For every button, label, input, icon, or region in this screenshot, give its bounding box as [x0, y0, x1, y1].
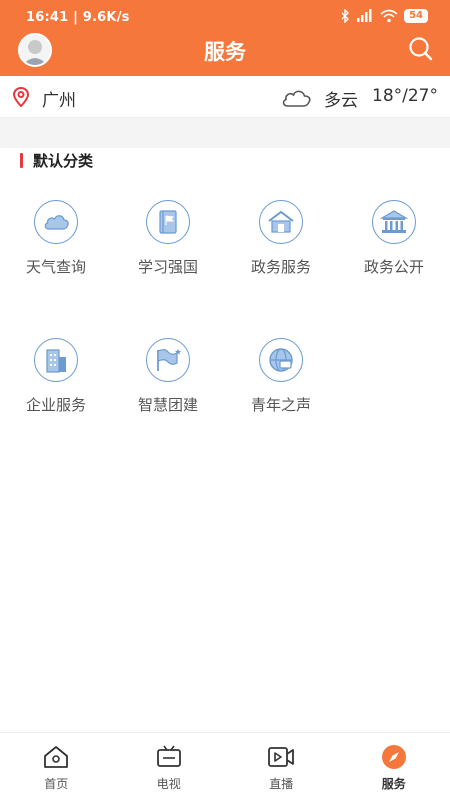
tab-tv[interactable]: 电视	[113, 733, 226, 800]
city-label: 广州	[42, 91, 76, 111]
tab-service[interactable]: 服务	[338, 733, 450, 800]
signal-icon	[357, 9, 372, 22]
globe-icon	[269, 348, 293, 372]
app-header: 16:41 | 9.6K/s 54 服务	[0, 0, 450, 76]
government-building-icon	[380, 210, 408, 233]
status-bar: 16:41 | 9.6K/s 54	[0, 0, 450, 36]
tab-label: 电视	[156, 777, 181, 791]
tv-icon	[156, 745, 181, 767]
compass-icon	[381, 745, 406, 769]
house-icon	[268, 210, 294, 233]
tab-home[interactable]: 首页	[0, 733, 113, 800]
bottom-tab-bar: 首页 电视 直播 服务	[0, 732, 450, 800]
service-label: 政务服务	[250, 258, 311, 276]
wifi-icon	[380, 9, 398, 23]
service-label: 企业服务	[25, 396, 86, 414]
section-title: 默认分类	[33, 151, 94, 170]
service-gov-public[interactable]: 政务公开	[338, 200, 450, 290]
search-button[interactable]	[408, 36, 434, 62]
book-flag-icon	[159, 210, 177, 234]
cloudy-weather-icon	[282, 90, 311, 107]
weather-bar[interactable]: 广州 多云 18°/27°	[0, 76, 450, 118]
battery-indicator: 54	[404, 9, 428, 23]
section-divider	[0, 118, 450, 148]
search-icon	[409, 37, 433, 61]
service-enterprise[interactable]: 企业服务	[0, 338, 112, 428]
service-weather[interactable]: 天气查询	[0, 200, 112, 290]
tab-live[interactable]: 直播	[225, 733, 338, 800]
live-video-icon	[268, 747, 295, 767]
weather-temperature: 18°/27°	[372, 86, 438, 106]
page-title: 服务	[204, 40, 246, 64]
service-xuexi[interactable]: 学习强国	[112, 200, 224, 290]
cloud-icon	[44, 215, 69, 230]
status-icons: 54	[340, 9, 428, 23]
office-building-icon	[46, 349, 66, 373]
tab-label: 首页	[44, 777, 69, 791]
flag-icon	[157, 349, 181, 371]
section-header: 默认分类	[20, 150, 93, 170]
tab-label: 服务	[381, 777, 406, 791]
section-accent-bar	[20, 152, 23, 168]
service-label: 智慧团建	[137, 396, 198, 414]
status-time: 16:41 | 9.6K/s	[26, 10, 130, 25]
service-label: 学习强国	[137, 258, 198, 276]
service-label: 天气查询	[25, 258, 86, 276]
bluetooth-icon	[341, 9, 350, 23]
service-label: 青年之声	[250, 396, 311, 414]
service-gov-service[interactable]: 政务服务	[225, 200, 337, 290]
location-pin-icon	[12, 87, 30, 107]
tab-label: 直播	[269, 777, 294, 791]
home-icon	[44, 746, 69, 768]
service-label: 政务公开	[363, 258, 424, 276]
service-tuanjian[interactable]: 智慧团建	[112, 338, 224, 428]
service-youth-voice[interactable]: 青年之声	[225, 338, 337, 428]
weather-condition: 多云	[324, 91, 358, 111]
